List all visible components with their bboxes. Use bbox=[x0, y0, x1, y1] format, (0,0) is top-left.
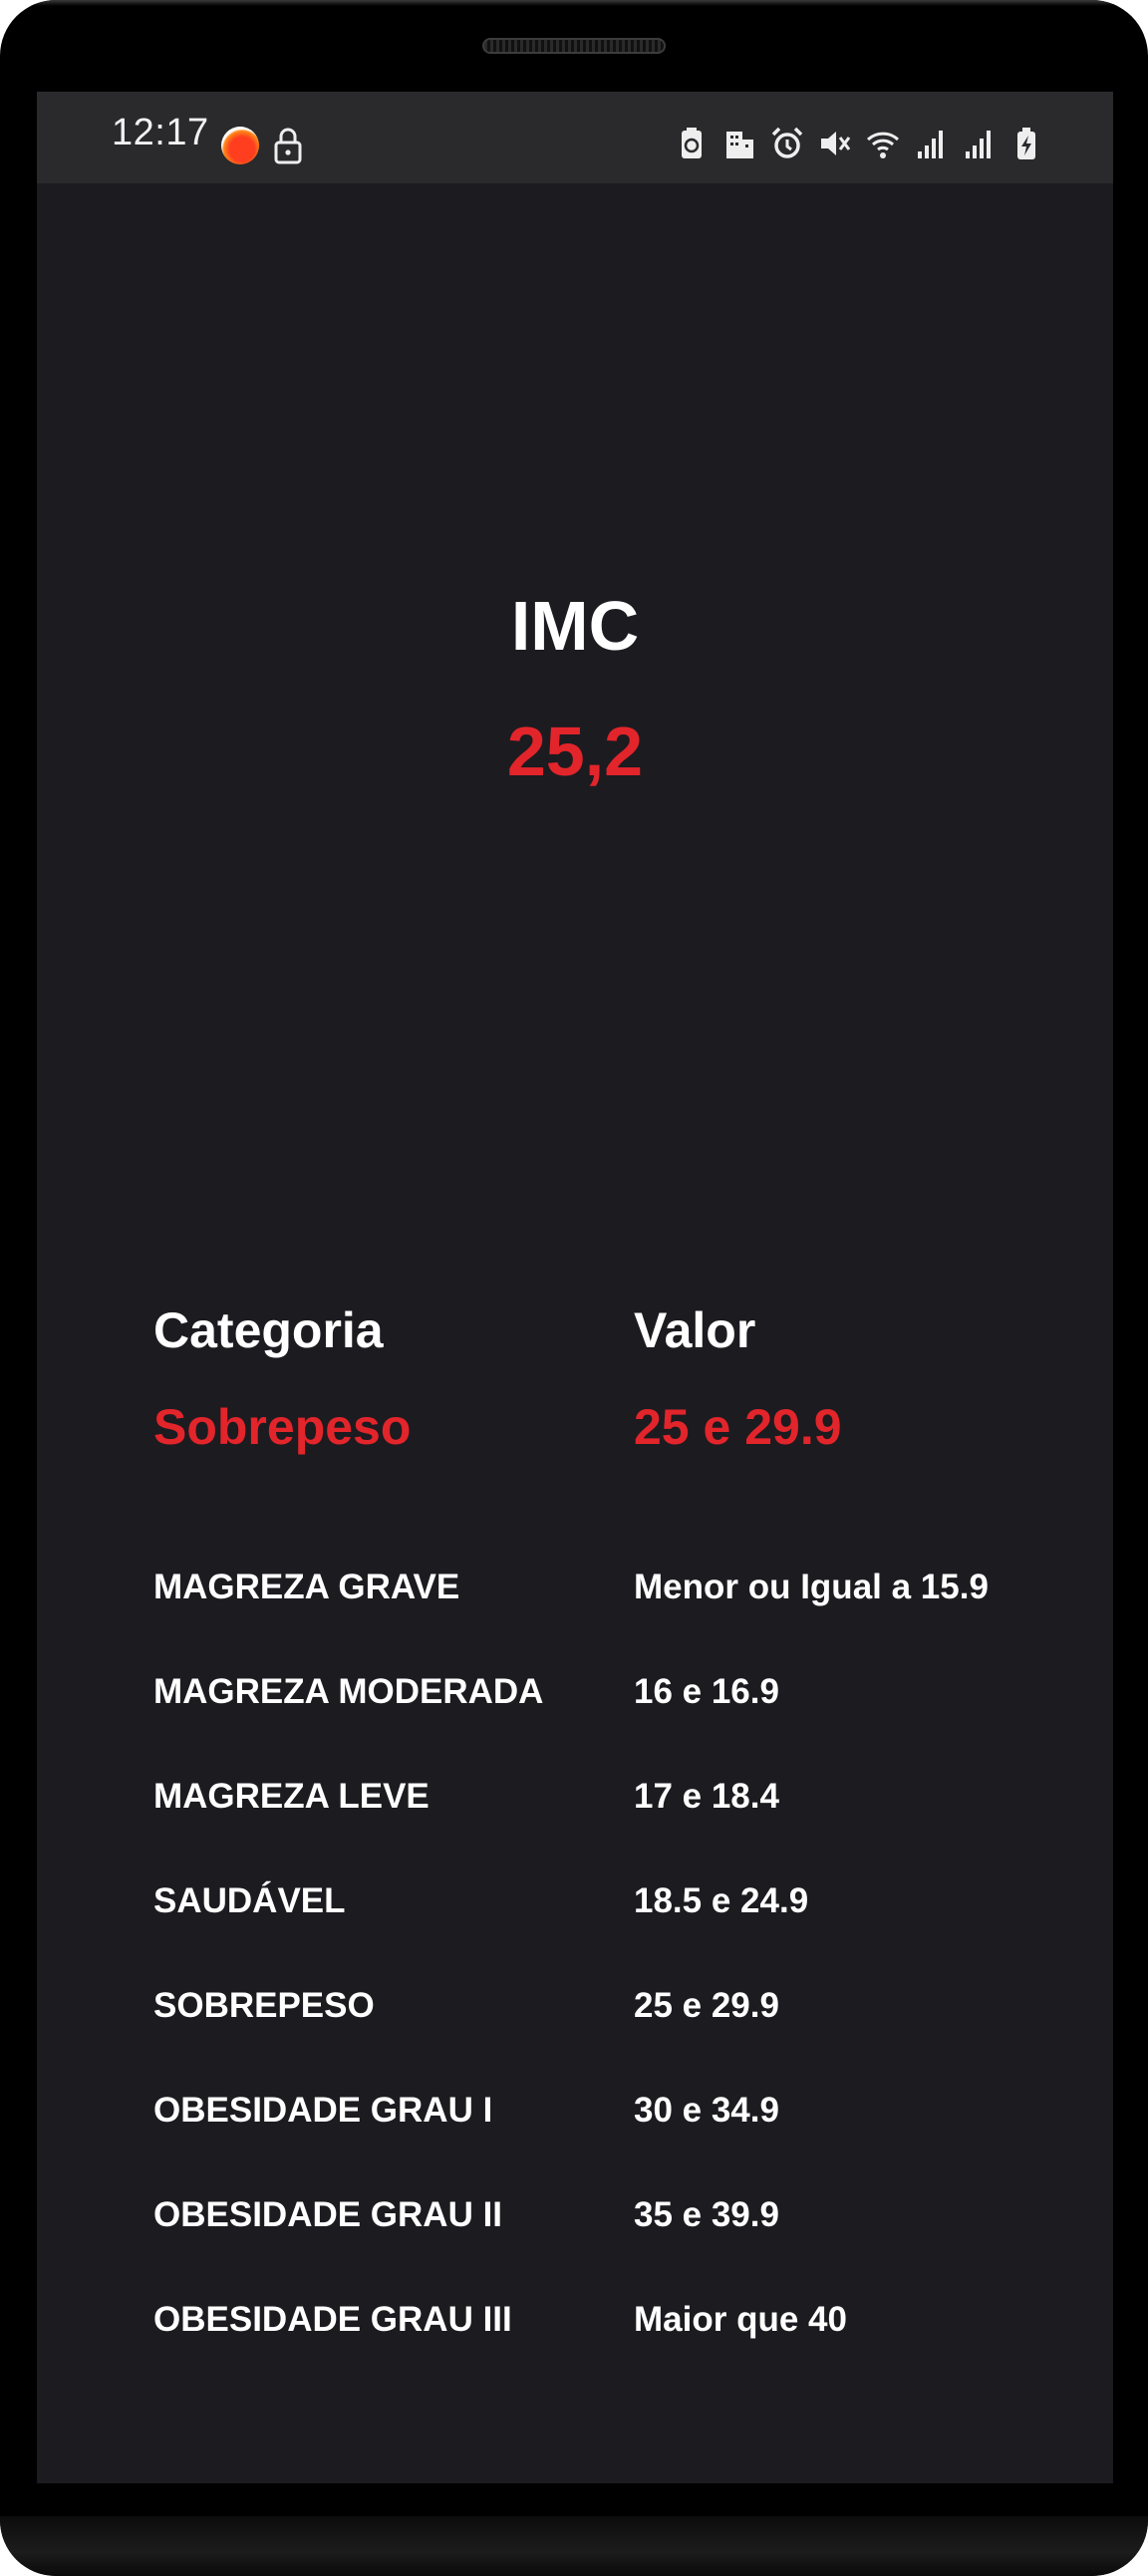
table-row: OBESIDADE GRAU III Maior que 40 bbox=[153, 2294, 1050, 2399]
row-range: 30 e 34.9 bbox=[634, 2091, 779, 2130]
bottom-bezel bbox=[0, 2516, 1148, 2576]
result-row: Sobrepeso 25 e 29.9 bbox=[153, 1398, 1050, 1468]
row-range: 35 e 39.9 bbox=[634, 2195, 779, 2234]
battery-saver-icon bbox=[682, 128, 702, 158]
header-category: Categoria bbox=[153, 1302, 384, 1358]
row-category: MAGREZA GRAVE bbox=[153, 1568, 460, 1606]
building-icon bbox=[726, 132, 753, 158]
mute-icon bbox=[821, 132, 851, 155]
result-range: 25 e 29.9 bbox=[634, 1399, 842, 1455]
row-category: MAGREZA LEVE bbox=[153, 1777, 430, 1816]
table-row: MAGREZA GRAVE Menor ou Igual a 15.9 bbox=[153, 1562, 1050, 1666]
row-category: OBESIDADE GRAU II bbox=[153, 2195, 503, 2234]
battery-charging-icon bbox=[1017, 128, 1035, 159]
row-range: Maior que 40 bbox=[634, 2300, 847, 2339]
table-row: SOBREPESO 25 e 29.9 bbox=[153, 1980, 1050, 2085]
wifi-icon bbox=[866, 132, 900, 158]
lock-icon bbox=[274, 128, 302, 164]
app-notification-icon bbox=[221, 127, 259, 164]
phone-frame: 12:17 IMC 25,2 Categoria Valor Sobrepeso… bbox=[0, 0, 1148, 2576]
table-header: Categoria Valor bbox=[153, 1301, 1050, 1371]
row-range: 18.5 e 24.9 bbox=[634, 1881, 809, 1920]
status-clock: 12:17 bbox=[112, 112, 209, 153]
row-category: MAGREZA MODERADA bbox=[153, 1672, 544, 1711]
app-screen: 12:17 IMC 25,2 Categoria Valor Sobrepeso… bbox=[37, 92, 1113, 2483]
row-range: 16 e 16.9 bbox=[634, 1672, 779, 1711]
row-category: OBESIDADE GRAU III bbox=[153, 2300, 512, 2339]
category-table: MAGREZA GRAVE Menor ou Igual a 15.9 MAGR… bbox=[153, 1562, 1050, 2399]
table-row: MAGREZA MODERADA 16 e 16.9 bbox=[153, 1666, 1050, 1771]
speaker-grille bbox=[482, 38, 666, 54]
table-row: OBESIDADE GRAU II 35 e 39.9 bbox=[153, 2189, 1050, 2294]
row-category: SAUDÁVEL bbox=[153, 1881, 346, 1920]
row-range: 25 e 29.9 bbox=[634, 1986, 779, 2025]
page-title: IMC bbox=[510, 587, 640, 665]
row-category: SOBREPESO bbox=[153, 1986, 375, 2025]
status-icons bbox=[675, 122, 1043, 165]
table-row: SAUDÁVEL 18.5 e 24.9 bbox=[153, 1875, 1050, 1980]
header-value: Valor bbox=[634, 1302, 756, 1358]
table-row: OBESIDADE GRAU I 30 e 34.9 bbox=[153, 2085, 1050, 2189]
row-category: OBESIDADE GRAU I bbox=[153, 2091, 493, 2130]
status-bar: 12:17 bbox=[37, 92, 1113, 183]
signal-icon bbox=[966, 131, 991, 158]
row-range: 17 e 18.4 bbox=[634, 1777, 779, 1816]
row-range: Menor ou Igual a 15.9 bbox=[634, 1568, 989, 1606]
table-row: MAGREZA LEVE 17 e 18.4 bbox=[153, 1771, 1050, 1875]
result-category: Sobrepeso bbox=[153, 1399, 412, 1455]
alarm-icon bbox=[771, 127, 803, 158]
signal-icon bbox=[918, 131, 943, 158]
imc-value: 25,2 bbox=[506, 713, 644, 790]
